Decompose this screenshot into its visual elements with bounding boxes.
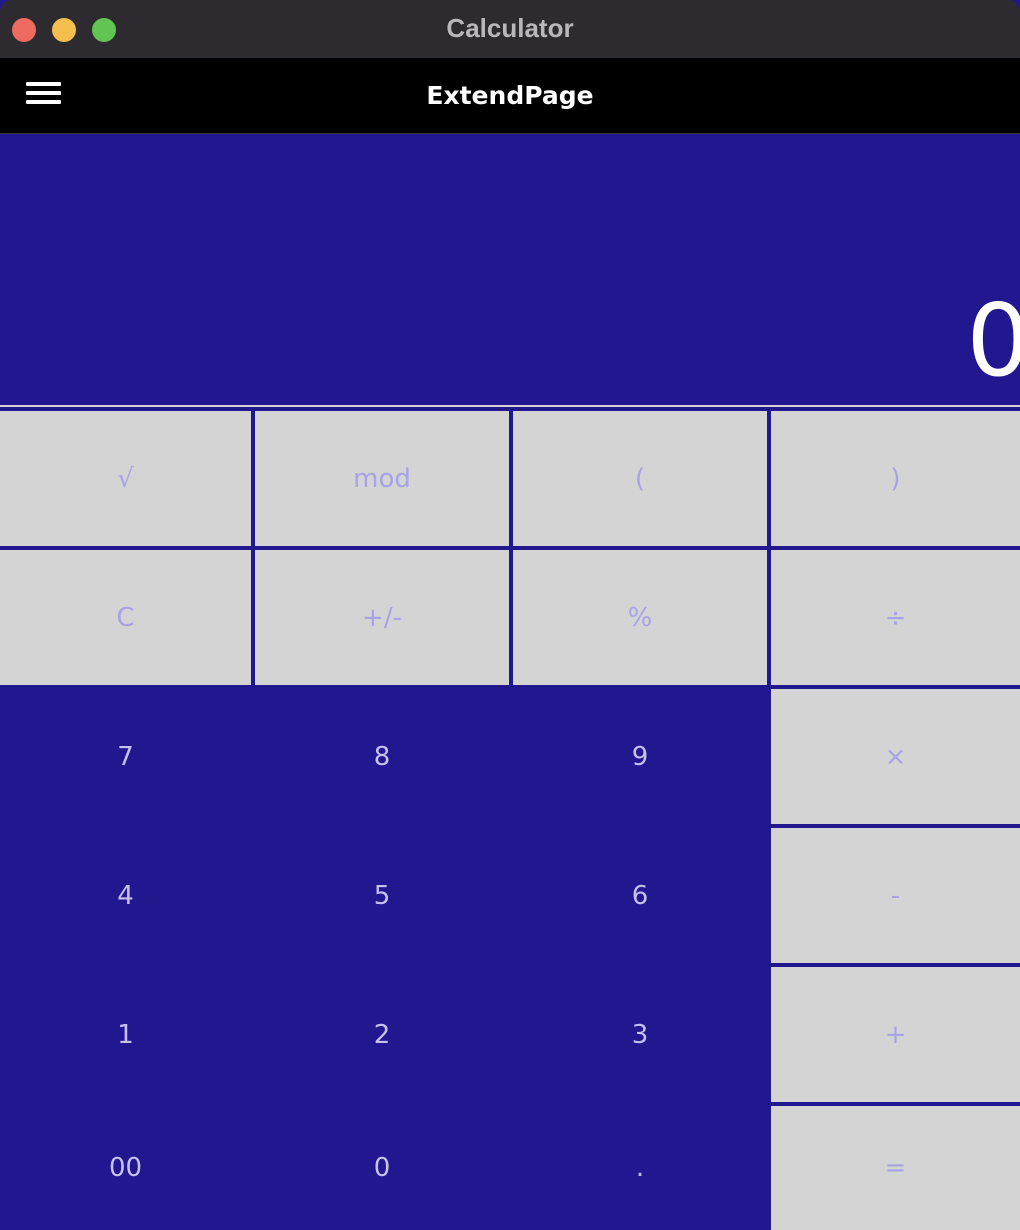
window-titlebar: Calculator	[0, 0, 1020, 58]
minus-button[interactable]: -	[771, 828, 1020, 963]
display-divider	[0, 405, 1020, 407]
digit-0-button[interactable]: 0	[255, 1106, 509, 1230]
percent-button[interactable]: %	[513, 550, 767, 685]
calculator-window: Calculator ExtendPage 0 √ mod ( ) C +/- …	[0, 0, 1020, 1230]
close-paren-button[interactable]: )	[771, 411, 1020, 546]
digit-4-button[interactable]: 4	[0, 828, 251, 963]
mod-button[interactable]: mod	[255, 411, 509, 546]
result-display: 0	[0, 135, 1020, 405]
display-value: 0	[966, 282, 1020, 399]
sign-toggle-button[interactable]: +/-	[255, 550, 509, 685]
digit-5-button[interactable]: 5	[255, 828, 509, 963]
digit-3-button[interactable]: 3	[513, 967, 767, 1102]
digit-1-button[interactable]: 1	[0, 967, 251, 1102]
digit-6-button[interactable]: 6	[513, 828, 767, 963]
digit-8-button[interactable]: 8	[255, 689, 509, 824]
page-title: ExtendPage	[426, 81, 594, 110]
multiply-button[interactable]: ×	[771, 689, 1020, 824]
double-zero-button[interactable]: 00	[0, 1106, 251, 1230]
digit-9-button[interactable]: 9	[513, 689, 767, 824]
digit-2-button[interactable]: 2	[255, 967, 509, 1102]
open-paren-button[interactable]: (	[513, 411, 767, 546]
clear-button[interactable]: C	[0, 550, 251, 685]
digit-7-button[interactable]: 7	[0, 689, 251, 824]
sqrt-button[interactable]: √	[0, 411, 251, 546]
plus-button[interactable]: +	[771, 967, 1020, 1102]
divide-button[interactable]: ÷	[771, 550, 1020, 685]
app-header: ExtendPage	[0, 58, 1020, 134]
equals-button[interactable]: =	[771, 1106, 1020, 1230]
window-title: Calculator	[446, 13, 574, 43]
decimal-button[interactable]: .	[513, 1106, 767, 1230]
